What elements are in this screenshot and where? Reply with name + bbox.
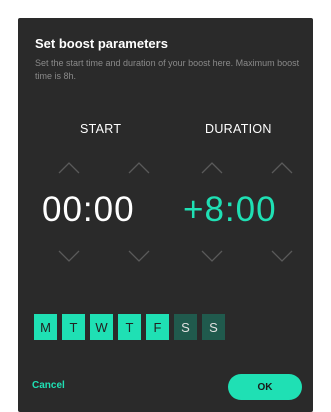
start-minute-down-icon[interactable] (128, 250, 150, 262)
dialog-title: Set boost parameters (35, 36, 168, 51)
start-hour-up-icon[interactable] (58, 162, 80, 174)
duration-minute-down-icon[interactable] (271, 250, 293, 262)
dialog-description: Set the start time and duration of your … (35, 58, 300, 81)
duration-label: DURATION (205, 122, 272, 136)
start-hour-down-icon[interactable] (58, 250, 80, 262)
duration-value: +8:00 (183, 190, 277, 229)
day-toggle-tuesday[interactable]: T (62, 314, 85, 340)
duration-hour-up-icon[interactable] (201, 162, 223, 174)
day-toggle-thursday[interactable]: T (118, 314, 141, 340)
cancel-button[interactable]: Cancel (32, 380, 65, 391)
day-toggle-monday[interactable]: M (34, 314, 57, 340)
ok-button[interactable]: OK (228, 374, 302, 400)
day-selector: M T W T F S S (34, 314, 225, 340)
duration-minute-up-icon[interactable] (271, 162, 293, 174)
duration-hour-down-icon[interactable] (201, 250, 223, 262)
boost-dialog: Set boost parameters Set the start time … (18, 18, 313, 412)
start-time-value: 00:00 (42, 190, 135, 229)
day-toggle-wednesday[interactable]: W (90, 314, 113, 340)
start-minute-up-icon[interactable] (128, 162, 150, 174)
day-toggle-sunday[interactable]: S (202, 314, 225, 340)
day-toggle-friday[interactable]: F (146, 314, 169, 340)
day-toggle-saturday[interactable]: S (174, 314, 197, 340)
start-label: START (80, 122, 122, 136)
